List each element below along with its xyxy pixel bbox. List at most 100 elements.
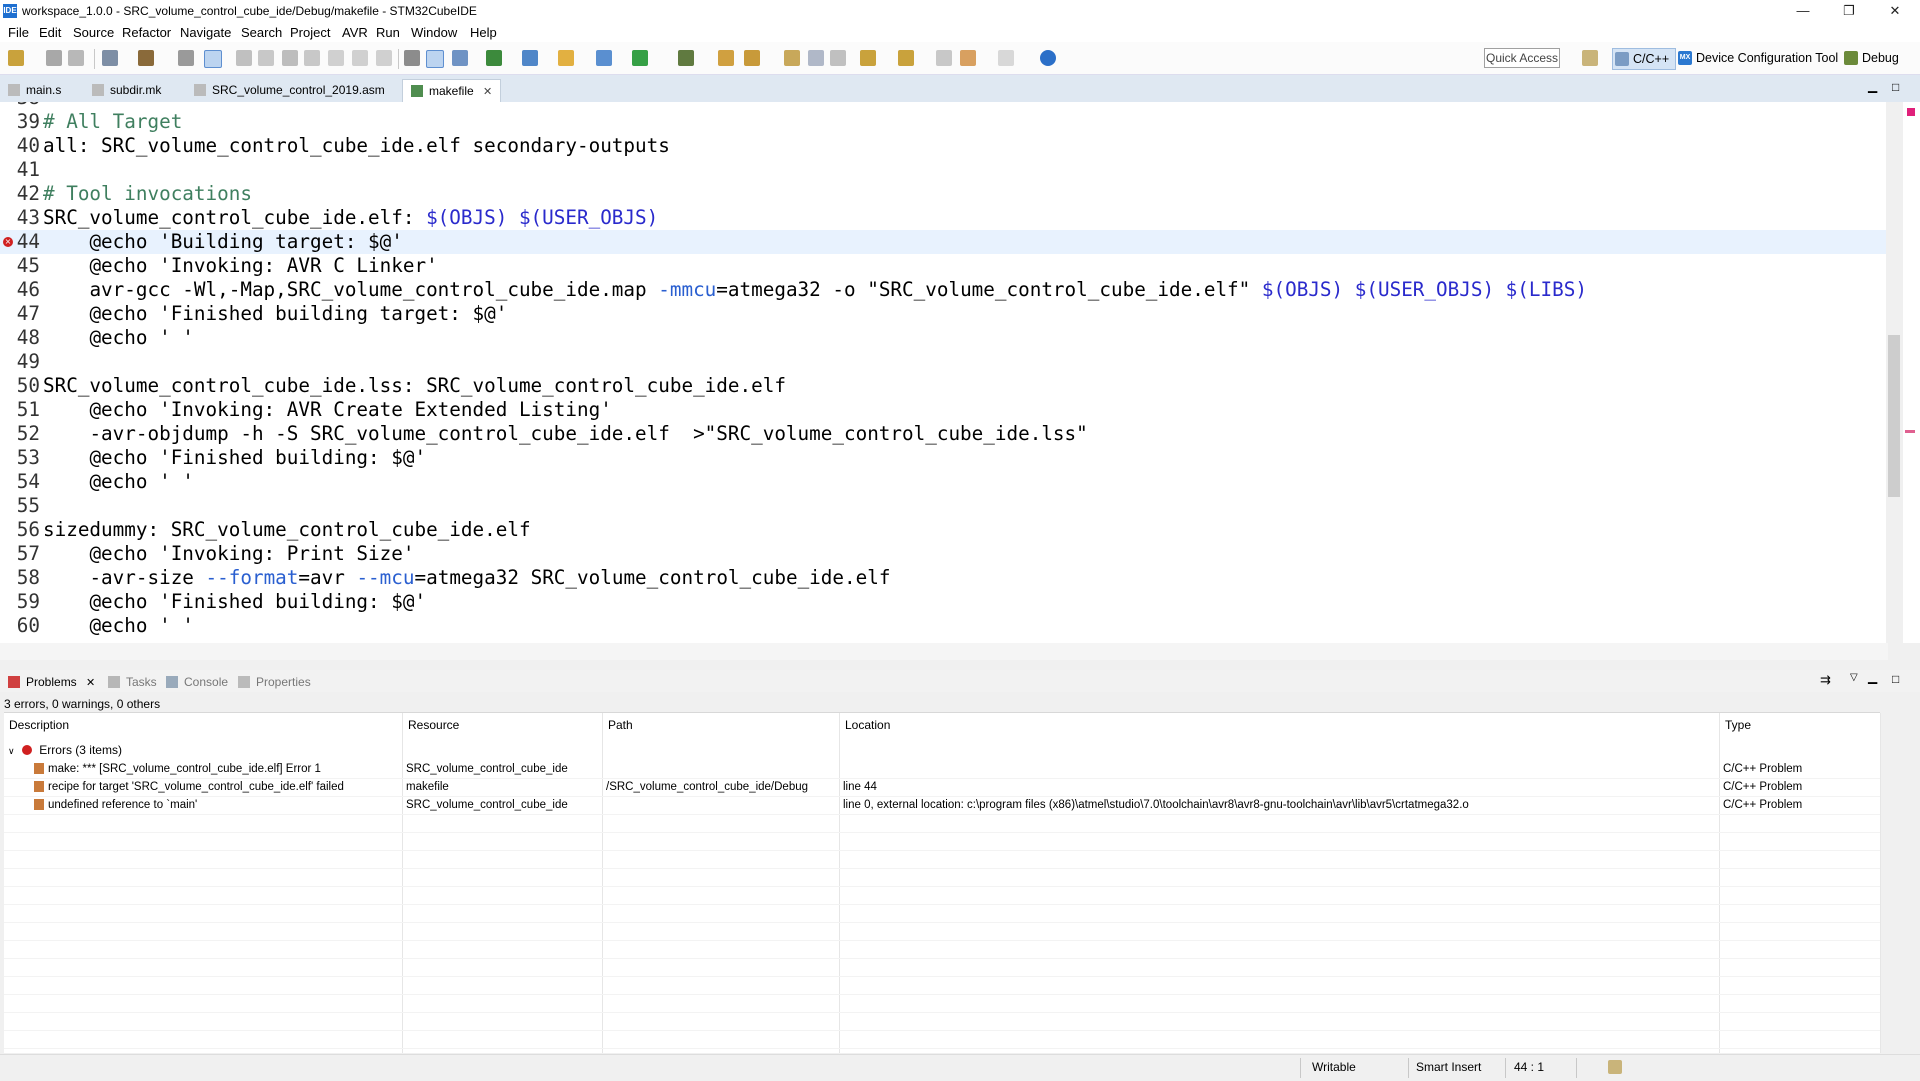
- block-select-icon[interactable]: [808, 50, 824, 66]
- code-line[interactable]: 58 -avr-size --format=avr --mcu=atmega32…: [0, 566, 1888, 590]
- tab-makefile[interactable]: makefile ✕: [402, 79, 502, 102]
- build-config-icon[interactable]: [102, 50, 118, 66]
- tab-console[interactable]: Console: [164, 673, 228, 691]
- perspective-device-config[interactable]: MX Device Configuration Tool: [1676, 48, 1844, 68]
- avr-upload-icon[interactable]: [486, 50, 502, 66]
- quick-access-input[interactable]: Quick Access: [1484, 48, 1560, 68]
- column-location[interactable]: Location: [839, 713, 1719, 737]
- tab-tasks[interactable]: Tasks: [106, 673, 157, 691]
- code-line[interactable]: 39 # All Target: [0, 110, 1888, 134]
- open-perspective-icon[interactable]: [1582, 50, 1598, 66]
- last-edit-icon[interactable]: [936, 50, 952, 66]
- build-all-icon[interactable]: [178, 50, 194, 66]
- column-type[interactable]: Type: [1719, 713, 1880, 737]
- code-line[interactable]: 51 @echo 'Invoking: AVR Create Extended …: [0, 398, 1888, 422]
- debug-tool-icon[interactable]: [452, 50, 468, 66]
- code-editor[interactable]: 3839# All Target40all: SRC_volume_contro…: [0, 102, 1888, 643]
- code-line[interactable]: 54 @echo ' ': [0, 470, 1888, 494]
- open-folder-icon[interactable]: [558, 50, 574, 66]
- column-description[interactable]: Description: [4, 713, 402, 737]
- menu-source[interactable]: Source: [73, 25, 114, 40]
- filter-icon[interactable]: ⇉: [1820, 672, 1831, 688]
- code-line[interactable]: 47 @echo 'Finished building target: $@': [0, 302, 1888, 326]
- editor-horizontal-scrollbar[interactable]: [0, 643, 1888, 660]
- code-line[interactable]: 40 all: SRC_volume_control_cube_ide.elf s…: [0, 134, 1888, 158]
- show-whitespace-icon[interactable]: [830, 50, 846, 66]
- minimize-button[interactable]: —: [1780, 0, 1826, 22]
- search-tool-icon[interactable]: [744, 50, 760, 66]
- close-tab-icon[interactable]: ✕: [86, 677, 95, 689]
- code-line[interactable]: 42 # Tool invocations: [0, 182, 1888, 206]
- editor-scroll-thumb[interactable]: [1888, 335, 1900, 497]
- step-over-icon[interactable]: [352, 50, 368, 66]
- new-class-icon[interactable]: [596, 50, 612, 66]
- open-type-icon[interactable]: [718, 50, 734, 66]
- menu-edit[interactable]: Edit: [39, 25, 61, 40]
- tab-subdir-mk[interactable]: subdir.mk: [84, 79, 169, 101]
- next-annotation-icon[interactable]: [860, 50, 876, 66]
- chevron-down-icon[interactable]: ∨: [8, 746, 15, 756]
- terminate-icon[interactable]: [282, 50, 298, 66]
- code-line[interactable]: 46 avr-gcc -Wl,-Map,SRC_volume_control_c…: [0, 278, 1888, 302]
- menu-refactor[interactable]: Refactor: [122, 25, 171, 40]
- suspend-icon[interactable]: [258, 50, 274, 66]
- code-line[interactable]: 60 @echo ' ': [0, 614, 1888, 638]
- code-line[interactable]: 57 @echo 'Invoking: Print Size': [0, 542, 1888, 566]
- errors-group[interactable]: ∨ Errors (3 items): [8, 741, 122, 759]
- menu-project[interactable]: Project: [290, 25, 330, 40]
- code-line[interactable]: 52 -avr-objdump -h -S SRC_volume_control…: [0, 422, 1888, 446]
- back-icon[interactable]: [960, 50, 976, 66]
- code-line[interactable]: 41: [0, 158, 1888, 182]
- code-line[interactable]: 45 @echo 'Invoking: AVR C Linker': [0, 254, 1888, 278]
- forward-icon[interactable]: [998, 50, 1014, 66]
- code-line[interactable]: 59 @echo 'Finished building: $@': [0, 590, 1888, 614]
- code-line[interactable]: × 44 @echo 'Building target: $@': [0, 230, 1888, 254]
- code-line[interactable]: 43 SRC_volume_control_cube_ide.elf: $(OBJ…: [0, 206, 1888, 230]
- code-line[interactable]: 55: [0, 494, 1888, 518]
- perspective-c-cpp[interactable]: C/C++: [1612, 48, 1677, 70]
- minimize-panel-icon[interactable]: ▁: [1868, 670, 1877, 684]
- new-icon[interactable]: [8, 50, 24, 66]
- progress-icon[interactable]: [1608, 1060, 1622, 1074]
- minimize-editor-icon[interactable]: ▁: [1868, 79, 1877, 93]
- code-line[interactable]: 49: [0, 350, 1888, 374]
- maximize-panel-icon[interactable]: □: [1892, 672, 1899, 686]
- menu-run[interactable]: Run: [376, 25, 400, 40]
- step-into-icon[interactable]: [328, 50, 344, 66]
- code-line[interactable]: 50 SRC_volume_control_cube_ide.lss: SRC_v…: [0, 374, 1888, 398]
- column-path[interactable]: Path: [602, 713, 839, 737]
- table-row[interactable]: recipe for target 'SRC_volume_control_cu…: [4, 778, 1880, 797]
- tab-main-s[interactable]: main.s: [0, 79, 69, 101]
- tab-problems[interactable]: Problems ✕: [6, 673, 95, 691]
- ruler-mark[interactable]: [1905, 430, 1915, 433]
- menu-window[interactable]: Window: [411, 25, 457, 40]
- toggle-icon[interactable]: [426, 50, 444, 68]
- code-line[interactable]: 56 sizedummy: SRC_volume_control_cube_ide…: [0, 518, 1888, 542]
- table-row[interactable]: make: *** [SRC_volume_control_cube_ide.e…: [4, 760, 1880, 779]
- table-row[interactable]: undefined reference to `main' SRC_volume_…: [4, 796, 1880, 815]
- save-icon[interactable]: [46, 50, 62, 66]
- close-button[interactable]: ✕: [1872, 0, 1918, 22]
- resume-icon[interactable]: [236, 50, 252, 66]
- menu-file[interactable]: File: [8, 25, 29, 40]
- perspective-debug[interactable]: Debug: [1842, 48, 1905, 68]
- step-mode-icon[interactable]: [404, 50, 420, 66]
- view-menu-icon[interactable]: ▽: [1850, 672, 1858, 683]
- code-line[interactable]: 38: [0, 102, 1888, 110]
- code-line[interactable]: 53 @echo 'Finished building: $@': [0, 446, 1888, 470]
- code-line[interactable]: 48 @echo ' ': [0, 326, 1888, 350]
- select-cursor-icon[interactable]: [204, 50, 222, 68]
- column-resource[interactable]: Resource: [402, 713, 602, 737]
- disconnect-icon[interactable]: [304, 50, 320, 66]
- annotation-icon[interactable]: [784, 50, 800, 66]
- prev-annotation-icon[interactable]: [898, 50, 914, 66]
- maximize-editor-icon[interactable]: □: [1892, 80, 1899, 94]
- debug-bug-icon[interactable]: [678, 50, 694, 66]
- menu-help[interactable]: Help: [470, 25, 497, 40]
- step-return-icon[interactable]: [376, 50, 392, 66]
- info-icon[interactable]: [1040, 50, 1056, 66]
- error-marker-icon[interactable]: [1907, 108, 1915, 116]
- save-all-icon[interactable]: [68, 50, 84, 66]
- menu-search[interactable]: Search: [241, 25, 282, 40]
- tab-asm[interactable]: SRC_volume_control_2019.asm: [186, 79, 393, 101]
